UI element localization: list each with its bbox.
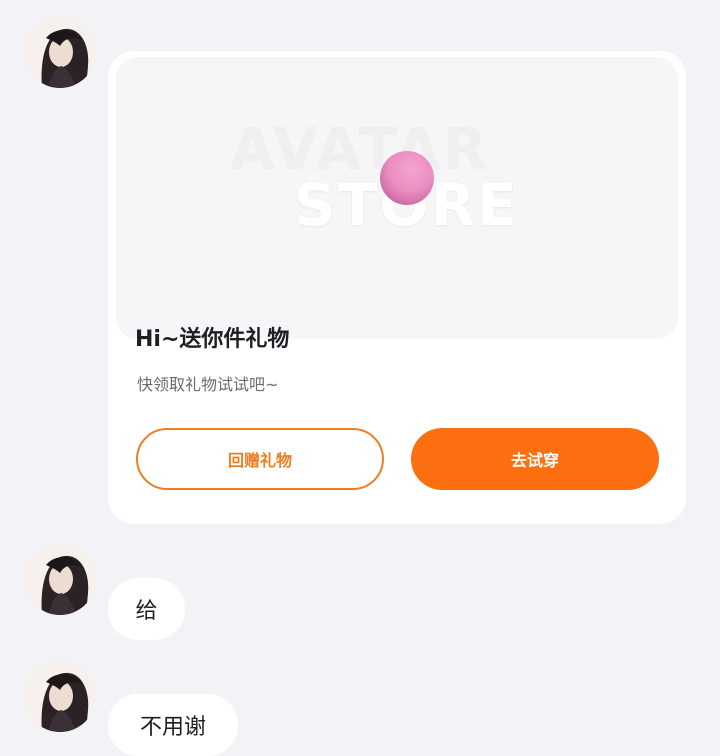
sender-avatar[interactable] — [24, 660, 96, 732]
message-bubble[interactable]: 不用谢 — [108, 694, 238, 756]
user-avatar-icon — [24, 660, 96, 732]
sender-avatar[interactable] — [24, 543, 96, 615]
return-gift-button[interactable]: 回赠礼物 — [136, 428, 384, 490]
gift-card-subtitle: 快领取礼物试试吧~ — [137, 375, 279, 394]
message-bubble[interactable]: 给 — [108, 578, 185, 640]
gift-card[interactable]: AVATAR STORE Hi~送你件礼物 快领取礼物试试吧~ 回赠礼物 去试穿 — [108, 51, 686, 524]
sender-avatar[interactable] — [24, 16, 96, 88]
pink-ball-icon — [380, 151, 434, 205]
user-avatar-icon — [24, 16, 96, 88]
gift-banner: AVATAR STORE — [116, 57, 678, 339]
try-on-button[interactable]: 去试穿 — [411, 428, 659, 490]
gift-card-title: Hi~送你件礼物 — [135, 327, 290, 352]
message-text: 给 — [135, 599, 158, 624]
user-avatar-icon — [24, 543, 96, 615]
message-text: 不用谢 — [139, 715, 206, 740]
